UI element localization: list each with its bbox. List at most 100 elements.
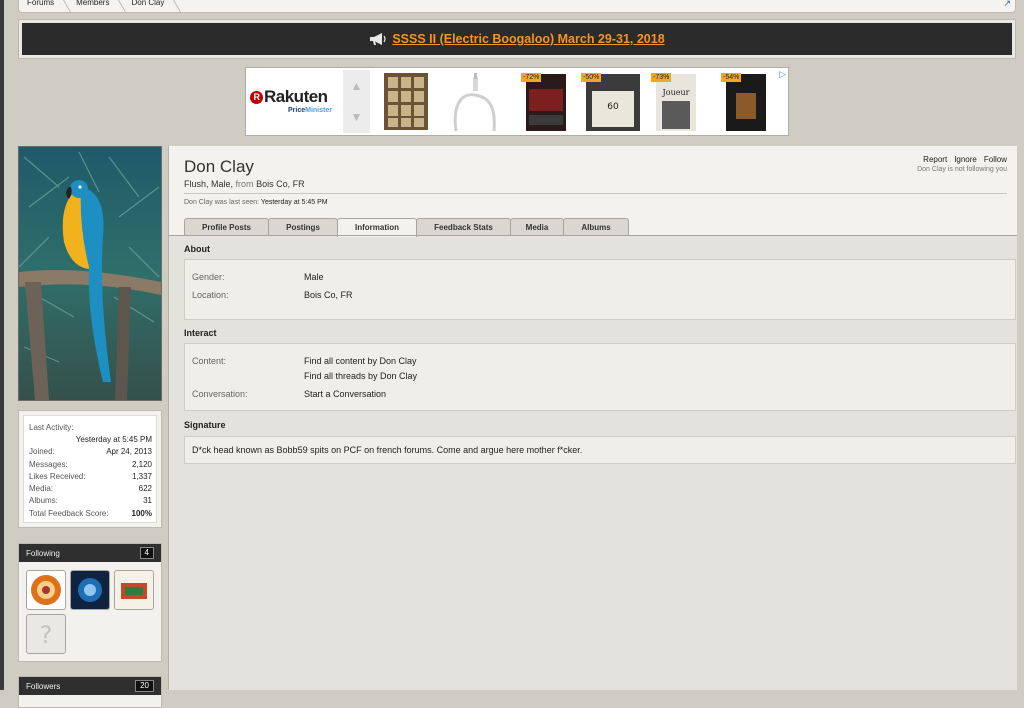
ad-banner[interactable]: R Rakuten PriceMinister ▲ ▼ -72% 60 -50% … — [245, 67, 789, 136]
content-label: Content: — [192, 356, 227, 366]
ad-choices-icon[interactable]: ▷ — [779, 69, 786, 80]
breadcrumb-don-clay[interactable]: Don Clay — [123, 0, 178, 12]
ad-product-game[interactable]: -72% — [521, 71, 570, 132]
stat-last-activity-value: Yesterday at 5:45 PM — [29, 435, 152, 444]
follow-status: Don Clay is not following you — [917, 166, 1007, 173]
rakuten-r-icon: R — [250, 90, 263, 104]
breadcrumb: Forums Members Don Clay ↗ — [18, 0, 1016, 13]
tab-albums[interactable]: Albums — [563, 218, 629, 236]
notice-banner: SSSS II (Electric Boogaloo) March 29-31,… — [22, 23, 1012, 55]
location-label: Location: — [192, 290, 229, 300]
profile-avatar[interactable] — [18, 146, 162, 401]
followers-count: 20 — [135, 680, 154, 692]
stat-label: Last Activity: — [29, 423, 74, 432]
notice-bar: SSSS II (Electric Boogaloo) March 29-31,… — [18, 19, 1016, 59]
stat-value: 622 — [138, 484, 152, 493]
ad-product-book[interactable]: Joueur -73% — [651, 71, 700, 132]
from-label: from — [235, 179, 254, 189]
megaphone-icon — [370, 33, 386, 45]
last-seen: Don Clay was last seen: Yesterday at 5:4… — [184, 199, 328, 206]
member-stats-panel: Last Activity: Yesterday at 5:45 PM Join… — [18, 410, 162, 528]
ad-product-book[interactable]: -54% — [721, 71, 770, 132]
stat-value: 31 — [143, 496, 152, 505]
stat-label: Joined: — [29, 447, 55, 456]
stat-value: Yesterday at 5:45 PM — [75, 435, 152, 444]
ad-sub-a: Price — [288, 107, 306, 114]
ignore-link[interactable]: Ignore — [954, 155, 977, 164]
rakuten-logo[interactable]: R Rakuten PriceMinister — [250, 87, 340, 114]
profile-header: Don Clay Flush, Male, from Bois Co, FR D… — [169, 146, 1017, 237]
profile-actions: Report Ignore Follow — [923, 155, 1007, 164]
signature-text: D*ck head known as Bobb59 spits on PCF o… — [192, 445, 583, 455]
location-value[interactable]: Bois Co, FR — [304, 290, 353, 300]
discount-badge: -72% — [521, 73, 542, 82]
stat-label: Likes Received: — [29, 472, 86, 481]
following-label: Following — [26, 548, 60, 558]
stat-likes: Likes Received: 1,337 — [29, 472, 152, 481]
find-all-content-link[interactable]: Find all content by Don Clay — [304, 356, 417, 366]
tab-feedback-stats[interactable]: Feedback Stats — [416, 218, 511, 236]
followers-label: Followers — [26, 681, 61, 691]
discount-badge: -54% — [721, 73, 742, 82]
followed-user-avatar[interactable] — [114, 570, 154, 610]
stat-label[interactable]: Messages: — [29, 460, 68, 469]
jump-icon[interactable]: ↗ — [1003, 0, 1011, 9]
profile-main: Don Clay Flush, Male, from Bois Co, FR D… — [168, 146, 1017, 690]
ad-up-arrow-icon[interactable]: ▲ — [343, 70, 370, 101]
following-count: 4 — [139, 547, 154, 559]
ad-scroller: ▲ ▼ — [343, 70, 370, 133]
discount-badge: -50% — [581, 73, 602, 82]
gender-value: Male — [304, 272, 324, 282]
followed-user-avatar[interactable]: ? — [26, 614, 66, 654]
svg-text:60: 60 — [607, 102, 619, 112]
find-all-threads-link[interactable]: Find all threads by Don Clay — [304, 371, 417, 381]
tab-media[interactable]: Media — [510, 218, 564, 236]
ad-sub-b: Minister — [305, 107, 332, 114]
about-section: Gender: Male Location: Bois Co, FR — [184, 259, 1016, 320]
svg-text:?: ? — [40, 621, 53, 649]
followers-panel: Followers 20 — [18, 676, 162, 708]
interact-section: Content: Find all content by Don Clay Fi… — [184, 343, 1016, 411]
profile-user-title: Flush, Male, from Bois Co, FR — [184, 179, 305, 189]
discount-badge: -73% — [651, 73, 672, 82]
stat-label: Media: — [29, 484, 54, 493]
followed-user-avatar[interactable] — [26, 570, 66, 610]
conversation-label: Conversation: — [192, 389, 248, 399]
stat-label: Albums: — [29, 496, 58, 505]
divider — [184, 193, 1007, 194]
profile-title: Flush, Male, — [184, 179, 234, 189]
stat-last-activity: Last Activity: — [29, 423, 152, 432]
followers-header[interactable]: Followers 20 — [19, 677, 161, 695]
svg-text:Joueur: Joueur — [662, 88, 690, 97]
follow-link[interactable]: Follow — [984, 155, 1007, 164]
stat-media: Media: 622 — [29, 484, 152, 493]
ad-down-arrow-icon[interactable]: ▼ — [343, 101, 370, 132]
tab-postings[interactable]: Postings — [268, 218, 338, 236]
breadcrumb-forums[interactable]: Forums — [19, 0, 68, 12]
gender-label: Gender: — [192, 272, 225, 282]
breadcrumb-members[interactable]: Members — [68, 0, 123, 12]
ad-product-cable[interactable] — [450, 71, 496, 132]
ad-product-cards[interactable] — [383, 71, 429, 132]
following-header[interactable]: Following 4 — [19, 544, 161, 562]
window-edge — [0, 0, 4, 690]
stat-value: 100% — [131, 509, 152, 518]
stat-value: Apr 24, 2013 — [106, 447, 152, 456]
ad-brand: Rakuten — [264, 87, 328, 106]
tab-underline — [169, 235, 1017, 236]
last-seen-label: Don Clay was last seen: — [184, 199, 260, 206]
tab-profile-posts[interactable]: Profile Posts — [184, 218, 269, 236]
stat-label: Total Feedback Score: — [29, 509, 109, 518]
report-link[interactable]: Report — [923, 155, 947, 164]
followed-user-avatar[interactable] — [70, 570, 110, 610]
following-panel: Following 4 ? — [18, 543, 162, 662]
profile-location[interactable]: Bois Co, FR — [256, 179, 305, 189]
stat-value: 2,120 — [131, 460, 152, 469]
ad-product-book[interactable]: 60 -50% — [581, 71, 644, 132]
stat-messages: Messages: 2,120 — [29, 460, 152, 469]
stat-albums: Albums: 31 — [29, 496, 152, 505]
notice-link[interactable]: SSSS II (Electric Boogaloo) March 29-31,… — [392, 32, 664, 46]
profile-name: Don Clay — [184, 157, 254, 176]
stat-feedback: Total Feedback Score: 100% — [29, 509, 152, 518]
start-conversation-link[interactable]: Start a Conversation — [304, 389, 386, 399]
